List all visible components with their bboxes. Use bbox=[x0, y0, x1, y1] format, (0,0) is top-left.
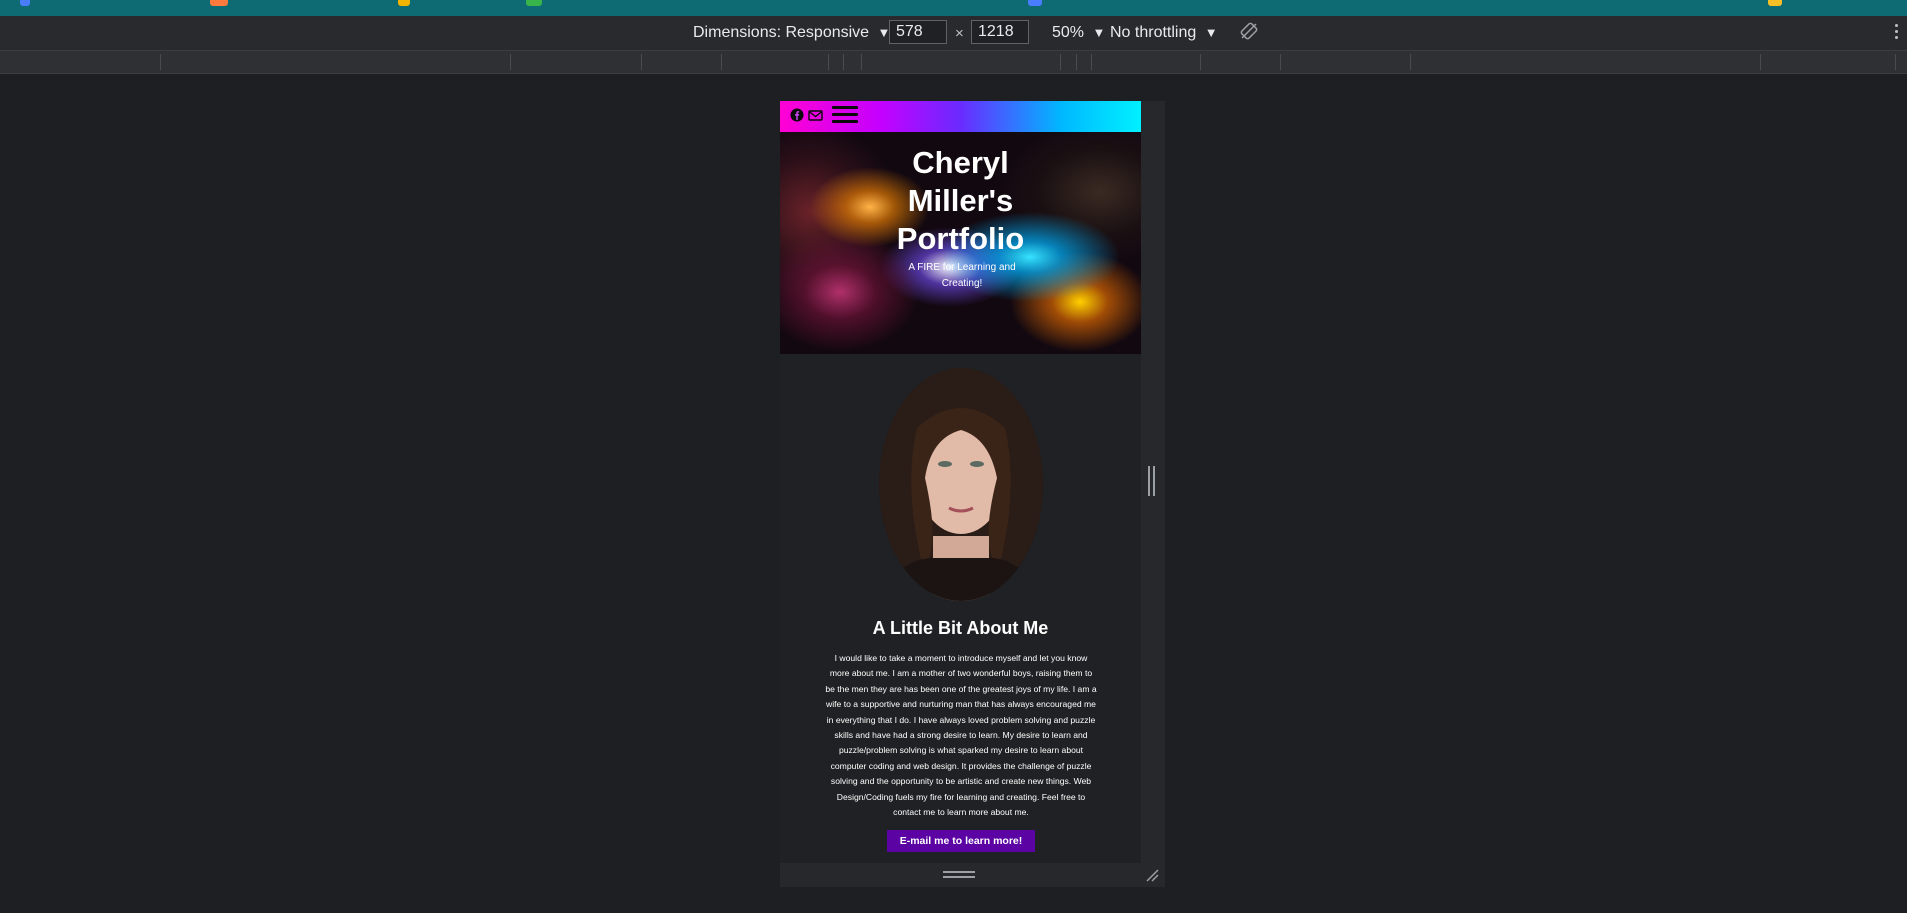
ruler-segment[interactable] bbox=[160, 54, 161, 70]
about-heading: A Little Bit About Me bbox=[872, 618, 1049, 638]
profile-photo bbox=[879, 368, 1043, 601]
ruler-segment[interactable] bbox=[1060, 54, 1061, 70]
width-input[interactable] bbox=[889, 20, 947, 44]
height-input[interactable] bbox=[971, 20, 1029, 44]
tab-favicon[interactable] bbox=[1028, 0, 1042, 6]
browser-tab-strip bbox=[0, 0, 1907, 17]
ruler-segment[interactable] bbox=[828, 54, 829, 70]
tab-favicon[interactable] bbox=[398, 0, 410, 6]
dimensions-label: Dimensions: Responsive bbox=[693, 24, 870, 41]
device-viewport: Cheryl Miller's Portfolio A FIRE for Lea… bbox=[780, 101, 1141, 863]
times-icon: × bbox=[955, 25, 964, 42]
ruler-segment[interactable] bbox=[843, 54, 844, 70]
chevron-down-icon: ▼ bbox=[1092, 25, 1106, 40]
tab-favicon[interactable] bbox=[210, 0, 228, 6]
ruler-segment[interactable] bbox=[1760, 54, 1761, 70]
ruler-segment[interactable] bbox=[510, 54, 511, 70]
rotate-icon[interactable] bbox=[1240, 22, 1258, 40]
chevron-down-icon: ▼ bbox=[1204, 25, 1218, 40]
facebook-icon[interactable] bbox=[790, 108, 804, 122]
ruler-segment[interactable] bbox=[1091, 54, 1092, 70]
device-toolbar: Dimensions: Responsive ▼ × 50% ▼ No thro… bbox=[0, 16, 1907, 51]
throttle-label: No throttling bbox=[1110, 24, 1197, 41]
email-icon[interactable] bbox=[808, 108, 824, 122]
tab-favicon[interactable] bbox=[526, 0, 542, 6]
ruler-segment[interactable] bbox=[1410, 54, 1411, 70]
site-navbar bbox=[780, 101, 1141, 132]
social-links bbox=[790, 108, 824, 122]
zoom-label: 50% bbox=[1052, 24, 1085, 41]
ruler-segment[interactable] bbox=[1076, 54, 1077, 70]
zoom-dropdown[interactable]: 50% ▼ bbox=[1052, 24, 1105, 42]
hero-subtitle: A FIRE for Learning and Creating! bbox=[908, 262, 1016, 289]
media-query-ruler bbox=[0, 51, 1907, 74]
ruler-segment[interactable] bbox=[1200, 54, 1201, 70]
about-paragraph: I would like to take a moment to introdu… bbox=[825, 653, 1097, 818]
dimensions-dropdown[interactable]: Dimensions: Responsive ▼ bbox=[693, 24, 890, 42]
ruler-segment[interactable] bbox=[861, 54, 862, 70]
ruler-segment[interactable] bbox=[641, 54, 642, 70]
ruler-segment[interactable] bbox=[721, 54, 722, 70]
throttling-dropdown[interactable]: No throttling ▼ bbox=[1110, 24, 1218, 42]
more-options-icon[interactable] bbox=[1895, 24, 1899, 40]
hero-banner: Cheryl Miller's Portfolio A FIRE for Lea… bbox=[780, 132, 1141, 354]
tab-favicon[interactable] bbox=[20, 0, 30, 6]
resize-handle-right[interactable] bbox=[1148, 466, 1156, 496]
email-me-button[interactable]: E-mail me to learn more! bbox=[887, 830, 1035, 852]
resize-corner-icon[interactable] bbox=[1145, 868, 1159, 882]
ruler-segment[interactable] bbox=[1895, 54, 1896, 70]
tab-favicon[interactable] bbox=[1768, 0, 1782, 6]
resize-handle-bottom[interactable] bbox=[943, 871, 975, 879]
ruler-segment[interactable] bbox=[1280, 54, 1281, 70]
hero-title: Cheryl Miller's Portfolio bbox=[896, 145, 1025, 256]
device-frame: Cheryl Miller's Portfolio A FIRE for Lea… bbox=[780, 101, 1165, 887]
menu-icon[interactable] bbox=[832, 106, 858, 128]
